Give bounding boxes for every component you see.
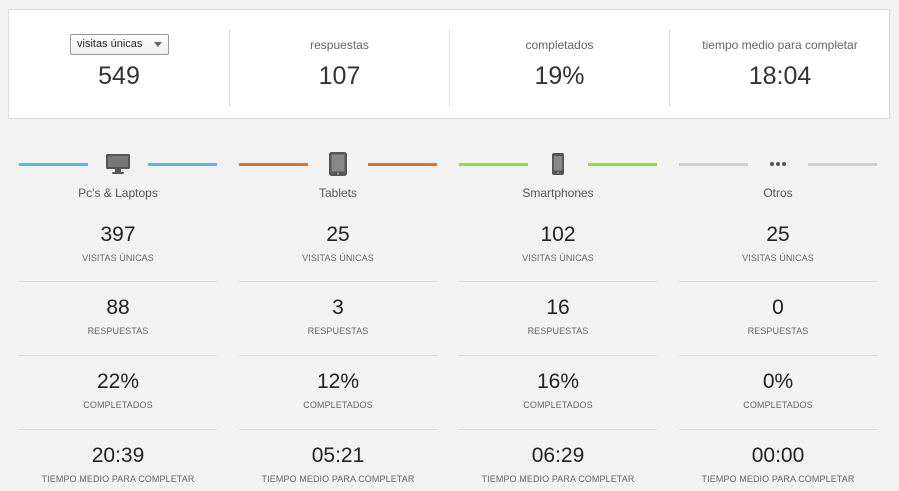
device-responses: 88 RESPUESTAS [19,296,217,336]
metric-select-value: visitas únicas [77,38,143,50]
summary-responses-value: 107 [318,62,361,90]
device-avg-time-value: 06:29 [531,444,585,467]
device-color-line [148,163,217,166]
device-avg-time-value: 20:39 [91,444,145,467]
device-avg-time-label: TIEMPO MEDIO PARA COMPLETAR [701,474,855,484]
metric-select[interactable]: visitas únicas [70,34,169,55]
device-responses: 16 RESPUESTAS [459,296,657,336]
device-completed-label: COMPLETADOS [83,400,153,410]
device-color-line [459,163,528,166]
summary-visits: visitas únicas 549 [9,10,229,118]
device-completed-value: 0% [762,370,794,393]
device-visits-label: VISITAS ÚNICAS [302,253,374,263]
device-name: Otros [763,186,793,200]
device-avg-time-label: TIEMPO MEDIO PARA COMPLETAR [481,474,635,484]
summary-responses: respuestas 107 [230,10,449,118]
stat-divider [19,429,217,430]
stat-divider [19,355,217,356]
device-visits-label: VISITAS ÚNICAS [82,253,154,263]
device-header: Pc's & Laptops [19,148,217,200]
device-visits: 25 VISITAS ÚNICAS [679,223,877,263]
device-completed-value: 22% [96,370,140,393]
stat-divider [239,281,437,282]
device-responses: 0 RESPUESTAS [679,296,877,336]
device-header: Smartphones [459,148,657,200]
device-avg-time: 00:00 TIEMPO MEDIO PARA COMPLETAR [679,444,877,484]
device-avg-time: 20:39 TIEMPO MEDIO PARA COMPLETAR [19,444,217,484]
summary-avg-time: tiempo medio para completar 18:04 [670,10,890,118]
device-completed-label: COMPLETADOS [743,400,813,410]
device-header: Tablets [239,148,437,200]
device-column-smartphones: Smartphones 102 VISITAS ÚNICAS 16 RESPUE… [459,148,657,491]
tablet-icon [323,151,353,177]
device-color-line [19,163,88,166]
device-avg-time: 06:29 TIEMPO MEDIO PARA COMPLETAR [459,444,657,484]
device-visits-value: 397 [100,223,136,246]
device-color-line [808,163,877,166]
summary-avg-time-label: tiempo medio para completar [702,38,858,52]
summary-completed: completados 19% [450,10,669,118]
stat-divider [679,429,877,430]
device-completed-label: COMPLETADOS [303,400,373,410]
summary-responses-label: respuestas [310,38,369,52]
device-visits-value: 102 [540,223,576,246]
device-name: Pc's & Laptops [78,186,158,200]
device-responses-label: RESPUESTAS [527,326,589,336]
summary-avg-time-value: 18:04 [748,62,812,90]
device-avg-time-label: TIEMPO MEDIO PARA COMPLETAR [41,474,195,484]
device-avg-time-value: 05:21 [311,444,365,467]
stat-divider [459,355,657,356]
stat-divider [679,355,877,356]
device-responses-label: RESPUESTAS [307,326,369,336]
summary-panel: visitas únicas 549 respuestas 107 comple… [8,9,890,119]
device-responses-label: RESPUESTAS [87,326,149,336]
stat-divider [19,281,217,282]
chevron-down-icon [154,42,162,47]
stat-divider [679,281,877,282]
summary-completed-label: completados [525,38,594,52]
device-responses-value: 3 [332,296,344,319]
device-column-tablets: Tablets 25 VISITAS ÚNICAS 3 RESPUESTAS 1… [239,148,437,491]
device-visits: 25 VISITAS ÚNICAS [239,223,437,263]
device-column-others: Otros 25 VISITAS ÚNICAS 0 RESPUESTAS 0% … [679,148,877,491]
stat-divider [239,355,437,356]
stat-divider [459,429,657,430]
device-completed: 16% COMPLETADOS [459,370,657,410]
device-name: Tablets [318,186,358,200]
device-visits: 102 VISITAS ÚNICAS [459,223,657,263]
device-color-line [368,163,437,166]
desktop-icon [103,151,133,177]
device-avg-time-value: 00:00 [751,444,805,467]
more-icon [763,151,793,177]
smartphone-icon [543,151,573,177]
device-avg-time-label: TIEMPO MEDIO PARA COMPLETAR [261,474,415,484]
device-completed-label: COMPLETADOS [523,400,593,410]
device-visits-value: 25 [326,223,350,246]
summary-visits-value: 549 [98,62,140,90]
device-visits-value: 25 [766,223,790,246]
device-completed: 22% COMPLETADOS [19,370,217,410]
stat-divider [459,281,657,282]
device-completed-value: 12% [316,370,360,393]
device-completed: 0% COMPLETADOS [679,370,877,410]
device-color-line [239,163,308,166]
device-responses-value: 16 [546,296,570,319]
device-completed-value: 16% [536,370,580,393]
device-visits: 397 VISITAS ÚNICAS [19,223,217,263]
device-visits-label: VISITAS ÚNICAS [522,253,594,263]
device-visits-label: VISITAS ÚNICAS [742,253,814,263]
device-column-pcs: Pc's & Laptops 397 VISITAS ÚNICAS 88 RES… [19,148,217,491]
device-completed: 12% COMPLETADOS [239,370,437,410]
stat-divider [239,429,437,430]
summary-completed-value: 19% [534,62,585,90]
device-avg-time: 05:21 TIEMPO MEDIO PARA COMPLETAR [239,444,437,484]
device-responses-label: RESPUESTAS [747,326,809,336]
device-responses-value: 0 [772,296,784,319]
device-responses-value: 88 [106,296,130,319]
device-header: Otros [679,148,877,200]
device-color-line [679,163,748,166]
device-color-line [588,163,657,166]
device-responses: 3 RESPUESTAS [239,296,437,336]
device-name: Smartphones [522,186,594,200]
